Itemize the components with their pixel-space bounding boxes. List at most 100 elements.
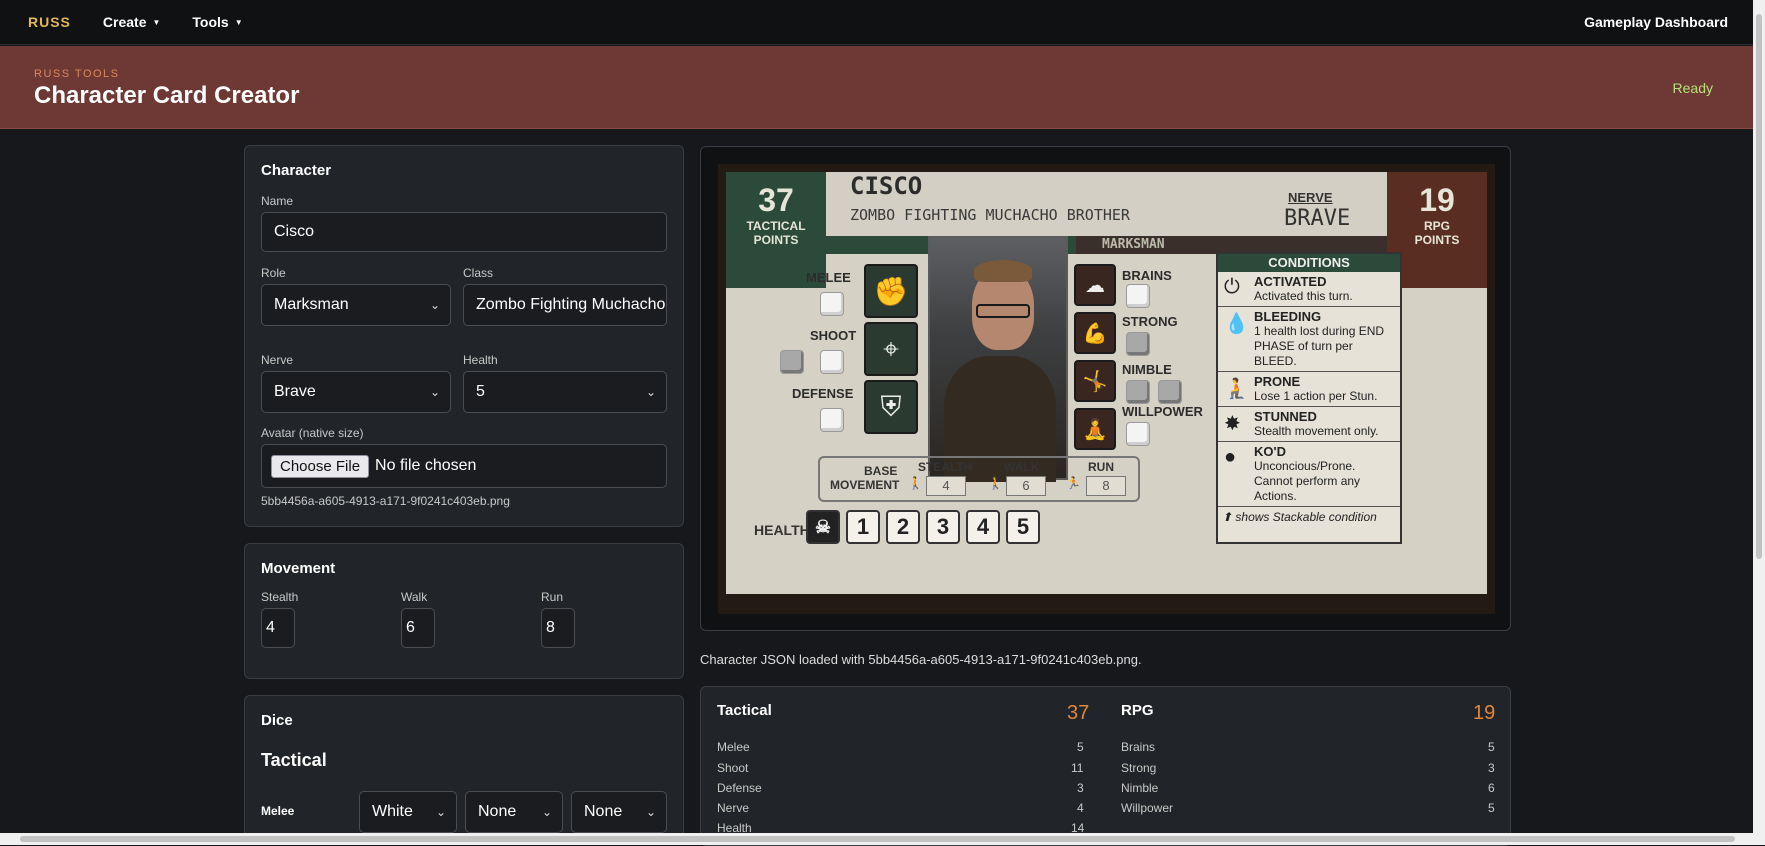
brand-logo[interactable]: RUSS [28, 14, 71, 30]
stealth-input[interactable]: 4 [261, 608, 295, 648]
summary-willpower-value: 5 [1488, 801, 1495, 815]
portrait-glasses [976, 304, 1030, 318]
name-input[interactable]: Cisco [261, 212, 667, 252]
run-label: Run [541, 590, 564, 604]
chevron-down-icon: ⌄ [541, 805, 552, 819]
chevron-down-icon: ⌄ [645, 805, 656, 819]
card-run-label: RUN [1088, 460, 1114, 474]
card-base-movement-2: MOVEMENT [830, 478, 900, 492]
run-input[interactable]: 8 [541, 608, 575, 648]
stealth-value: 4 [266, 619, 275, 636]
top-navbar: RUSS Create ▼ Tools ▼ Gameplay Dashboard [0, 0, 1753, 45]
rpg-points-box: 19 RPG POINTS [1387, 172, 1487, 288]
chevron-down-icon: ⌄ [429, 298, 440, 312]
run-value: 8 [546, 619, 555, 636]
class-input[interactable]: Zombo Fighting Muchacho Brother [463, 284, 667, 326]
run-figure-icon: 🏃 [1066, 476, 1081, 490]
character-portrait [928, 236, 1068, 482]
conditions-footnote: ⬆ shows Stackable condition [1218, 507, 1400, 527]
role-select[interactable]: Marksman ⌄ [261, 284, 451, 326]
fist-icon: ✊ [864, 264, 918, 318]
nerve-select[interactable]: Brave ⌄ [261, 371, 451, 413]
character-panel: Character Name Cisco Role Marksman ⌄ Clas… [244, 145, 684, 527]
character-card: 37 TACTICAL POINTS 19 RPG POINTS CISCO Z… [718, 164, 1495, 614]
file-status: No file chosen [375, 457, 477, 474]
horizontal-scrollbar[interactable] [0, 833, 1753, 845]
nerve-label: Nerve [261, 353, 294, 367]
dice-heading: Dice [261, 712, 293, 729]
nav-tools-dropdown[interactable]: Tools ▼ [192, 14, 242, 30]
summary-nimble-value: 6 [1488, 781, 1495, 795]
summary-strong-value: 3 [1488, 761, 1495, 775]
summary-tactical-total: 37 [1067, 702, 1090, 724]
card-shoot-label: SHOOT [810, 328, 857, 343]
avatar-file-input[interactable]: Choose File No file chosen [261, 444, 667, 488]
brains-white-die-icon [1126, 284, 1150, 308]
stackable-arrow-icon: ⬆ [1222, 510, 1233, 524]
class-label: Class [463, 266, 494, 280]
card-base-movement-1: BASE [864, 464, 898, 478]
card-melee-label: MELEE [806, 270, 851, 285]
condition-desc: Unconcious/Prone. Cannot perform any Act… [1254, 459, 1361, 503]
summary-nimble-label: Nimble [1121, 781, 1159, 795]
vertical-scrollbar-thumb[interactable] [1756, 14, 1762, 559]
summary-shoot-value: 11 [1071, 761, 1084, 775]
card-role: MARKSMAN [1102, 237, 1165, 252]
condition-activated: ⏻ ACTIVATED Activated this turn. [1218, 272, 1400, 307]
condition-title: STUNNED [1254, 409, 1317, 424]
melee-die-2-value: None [478, 803, 517, 820]
willpower-white-die-icon [1126, 422, 1150, 446]
nav-gameplay-dashboard[interactable]: Gameplay Dashboard [1584, 14, 1728, 30]
health-box-5: 5 [1006, 510, 1040, 544]
caret-down-icon: ▼ [234, 17, 243, 27]
stunned-icon: ✸ [1224, 413, 1241, 435]
strong-grey-die-icon [1126, 332, 1150, 356]
tactical-points-caption-1: TACTICAL [746, 219, 806, 233]
condition-title: ACTIVATED [1254, 274, 1327, 289]
condition-desc: Activated this turn. [1254, 289, 1353, 303]
summary-rpg-heading: RPG [1121, 702, 1154, 719]
nav-create-label: Create [102, 14, 147, 30]
card-nimble-label: NIMBLE [1122, 362, 1172, 377]
walk-input[interactable]: 6 [401, 608, 435, 648]
melee-die-3-select[interactable]: None ⌄ [571, 791, 667, 833]
status-text: Ready [1672, 80, 1713, 96]
card-health-label: HEALTH [754, 522, 810, 538]
summary-brains-label: Brains [1121, 740, 1156, 754]
health-box-3: 3 [926, 510, 960, 544]
condition-kod: ● KO'D Unconcious/Prone. Cannot perform … [1218, 442, 1400, 507]
nav-tools-label: Tools [192, 14, 229, 30]
melee-die-1-select[interactable]: White ⌄ [359, 791, 457, 833]
card-brains-label: BRAINS [1122, 268, 1172, 283]
page-title: Character Card Creator [34, 82, 300, 109]
shoot-white-die-icon [820, 350, 844, 374]
rpg-points-value: 19 [1419, 182, 1455, 218]
card-strong-label: STRONG [1122, 314, 1178, 329]
health-value: 5 [476, 383, 485, 400]
json-load-message: Character JSON loaded with 5bb4456a-a605… [700, 652, 1142, 667]
card-walk-value: 6 [1006, 476, 1046, 496]
caret-down-icon: ▼ [152, 17, 161, 27]
choose-file-button[interactable]: Choose File [271, 454, 370, 478]
nav-create-dropdown[interactable]: Create ▼ [103, 14, 161, 30]
summary-shoot-label: Shoot [717, 761, 749, 775]
card-class: ZOMBO FIGHTING MUCHACHO BROTHER [850, 206, 1130, 224]
chevron-down-icon: ⌄ [429, 385, 440, 399]
summary-rpg-total: 19 [1473, 702, 1496, 724]
melee-die-2-select[interactable]: None ⌄ [465, 791, 563, 833]
summary-strong-label: Strong [1121, 761, 1157, 775]
summary-willpower-label: Willpower [1121, 801, 1174, 815]
blood-drop-icon: 💧 [1224, 313, 1249, 335]
health-select[interactable]: 5 ⌄ [463, 371, 667, 413]
prone-icon: 🧎 [1224, 378, 1249, 400]
conditions-panel: CONDITIONS ⏻ ACTIVATED Activated this tu… [1216, 252, 1402, 544]
horizontal-scrollbar-thumb[interactable] [20, 836, 1735, 842]
condition-bleeding: 💧 BLEEDING 1 health lost during END PHAS… [1218, 307, 1400, 372]
sneak-figure-icon: 🚶 [908, 476, 923, 490]
card-walk-label: WALK [1004, 460, 1040, 474]
card-nerve-value: BRAVE [1284, 206, 1351, 231]
vertical-scrollbar[interactable] [1753, 0, 1765, 845]
melee-white-die-icon [820, 292, 844, 316]
dice-melee-label: Melee [261, 804, 295, 818]
crosshair-icon: ⌖ [864, 322, 918, 376]
